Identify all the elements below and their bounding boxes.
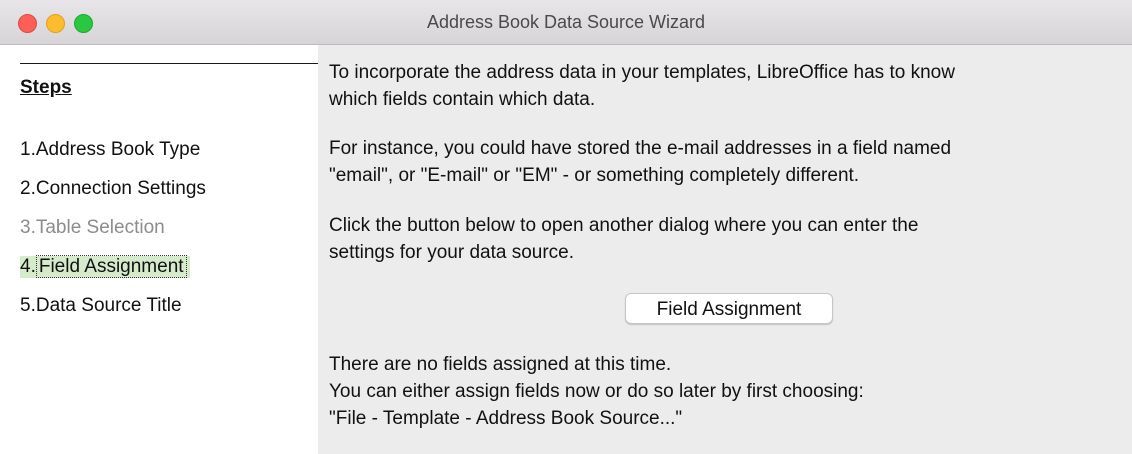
step-label: Field Assignment	[35, 255, 187, 278]
instruction-line: Click the button below to open another d…	[329, 215, 919, 236]
step-connection-settings[interactable]: 2.Connection Settings	[20, 178, 206, 200]
status-text: There are no fields assigned at this tim…	[329, 351, 1119, 432]
steps-heading: Steps	[20, 77, 72, 98]
step-label: Address Book Type	[35, 139, 201, 160]
wizard-page-content: To incorporate the address data in your …	[318, 45, 1132, 454]
step-label: Data Source Title	[35, 295, 182, 316]
step-address-book-type[interactable]: 1.Address Book Type	[20, 139, 200, 161]
intro-text: To incorporate the address data in your …	[329, 59, 1119, 113]
status-line: There are no fields assigned at this tim…	[329, 354, 672, 375]
field-assignment-button[interactable]: Field Assignment	[625, 293, 833, 324]
step-number: 4.	[20, 256, 36, 277]
status-line: "File - Template - Address Book Source..…	[329, 408, 683, 429]
steps-sidebar: Steps 1.Address Book Type 2.Connection S…	[0, 45, 318, 454]
step-number: 2.	[20, 178, 36, 199]
step-number: 1.	[20, 139, 36, 160]
instruction-text: Click the button below to open another d…	[329, 212, 1119, 266]
title-bar[interactable]: Address Book Data Source Wizard	[0, 0, 1132, 45]
step-number: 5.	[20, 295, 36, 316]
step-label: Connection Settings	[35, 178, 206, 199]
step-table-selection: 3.Table Selection	[20, 217, 165, 239]
instruction-line: settings for your data source.	[329, 242, 575, 263]
step-label: Table Selection	[35, 217, 165, 238]
intro-line: To incorporate the address data in your …	[329, 62, 955, 83]
status-line: You can either assign fields now or do s…	[329, 381, 864, 402]
steps-divider	[20, 63, 318, 64]
window-title: Address Book Data Source Wizard	[426, 12, 706, 32]
step-field-assignment[interactable]: 4. Field Assignment	[20, 255, 190, 278]
example-line: For instance, you could have stored the …	[329, 138, 952, 159]
step-number: 3.	[20, 217, 36, 238]
example-line: "email", or "E-mail" or "EM" - or someth…	[329, 165, 860, 186]
wizard-window: Address Book Data Source Wizard Steps 1.…	[0, 0, 1132, 454]
intro-line: which fields contain which data.	[329, 89, 596, 110]
step-data-source-title[interactable]: 5.Data Source Title	[20, 295, 182, 317]
example-text: For instance, you could have stored the …	[329, 135, 1119, 189]
